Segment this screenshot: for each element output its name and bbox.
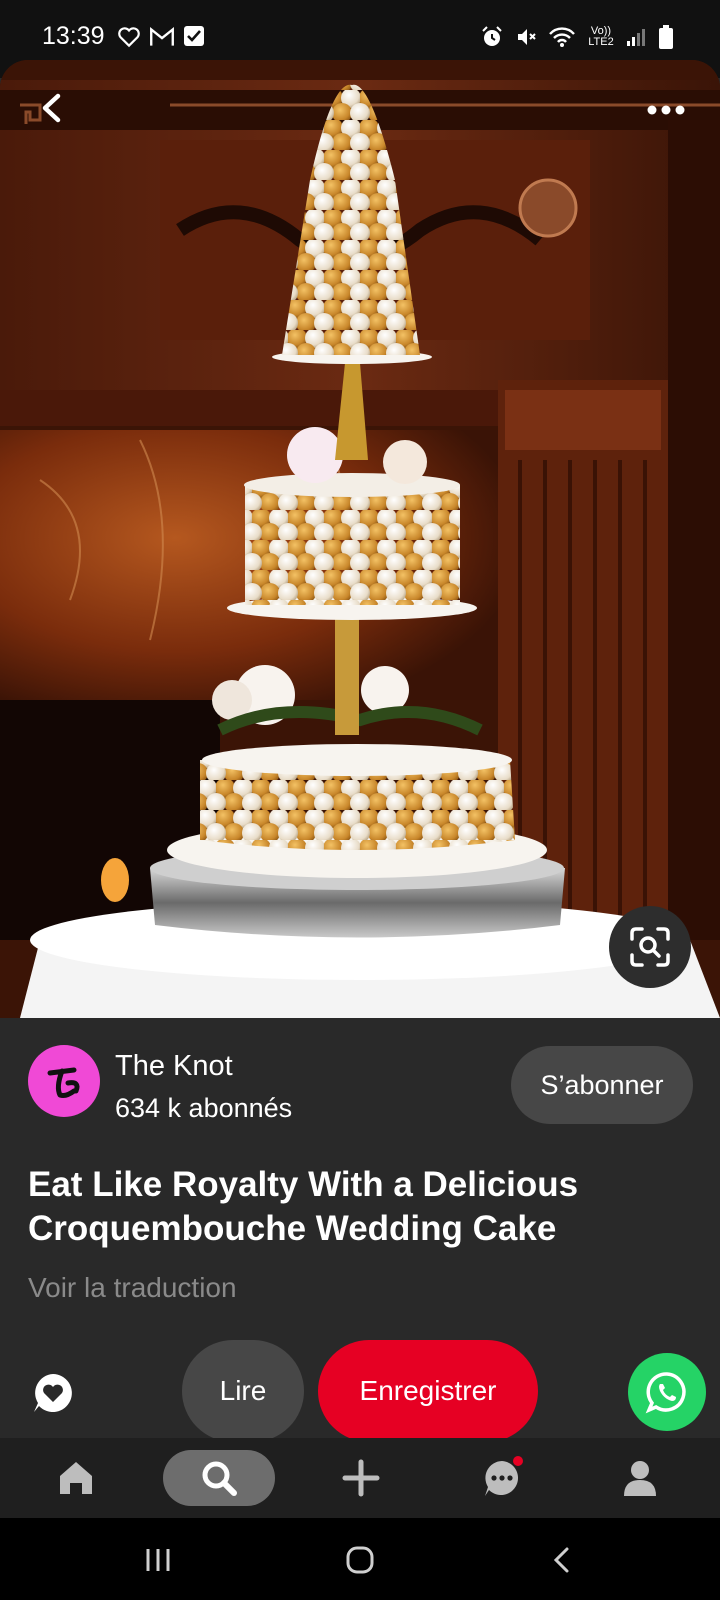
wifi-icon bbox=[549, 27, 575, 47]
home-icon bbox=[60, 1462, 92, 1494]
back-system-button[interactable] bbox=[532, 1540, 592, 1580]
whatsapp-icon bbox=[645, 1372, 686, 1414]
pin-image[interactable] bbox=[0, 60, 720, 1018]
heart-icon bbox=[118, 27, 140, 48]
nav-profile[interactable] bbox=[620, 1450, 660, 1506]
profile-icon bbox=[624, 1461, 656, 1496]
visual-search-button[interactable] bbox=[609, 906, 691, 988]
pin-title: Eat Like Royalty With a Delicious Croque… bbox=[28, 1165, 579, 1248]
nav-create[interactable] bbox=[339, 1450, 383, 1506]
read-button[interactable]: Lire bbox=[182, 1340, 304, 1442]
back-icon bbox=[553, 1547, 569, 1573]
subscribe-button[interactable]: S’abonner bbox=[511, 1046, 693, 1124]
search-icon bbox=[202, 1461, 237, 1496]
status-left-icons bbox=[116, 24, 206, 50]
nav-search[interactable] bbox=[199, 1450, 239, 1506]
creator-avatar[interactable] bbox=[28, 1045, 100, 1117]
nav-messages[interactable] bbox=[480, 1450, 524, 1506]
comment-button[interactable] bbox=[30, 1370, 76, 1416]
nav-home[interactable] bbox=[52, 1450, 100, 1506]
translate-link[interactable]: Voir la traduction bbox=[28, 1272, 237, 1304]
croquembouche-cake-image bbox=[0, 60, 720, 1018]
creator-name[interactable]: The Knot bbox=[115, 1050, 233, 1083]
chevron-left-icon bbox=[42, 93, 61, 123]
system-navigation-bar bbox=[0, 1518, 720, 1600]
home-system-button[interactable] bbox=[330, 1540, 390, 1580]
signal-icon bbox=[627, 29, 645, 46]
save-button[interactable]: Enregistrer bbox=[318, 1340, 538, 1442]
back-button[interactable] bbox=[30, 86, 74, 130]
alarm-icon bbox=[482, 26, 502, 46]
home-circle-icon bbox=[346, 1546, 374, 1574]
the-knot-logo bbox=[47, 1067, 80, 1098]
mute-icon bbox=[518, 29, 536, 45]
comment-heart-icon bbox=[34, 1374, 72, 1412]
messages-icon bbox=[485, 1456, 523, 1496]
more-options-button[interactable] bbox=[638, 90, 694, 130]
plus-icon bbox=[342, 1459, 380, 1497]
status-right-icons: Vo)) LTE2 bbox=[480, 24, 674, 50]
status-time: 13:39 bbox=[42, 22, 105, 50]
lte-label: Vo)) LTE2 bbox=[588, 25, 614, 48]
bottom-navigation bbox=[0, 1438, 720, 1518]
gmail-icon bbox=[150, 26, 174, 46]
battery-icon bbox=[659, 25, 673, 49]
more-dots-icon bbox=[647, 105, 685, 115]
recent-apps-button[interactable] bbox=[128, 1540, 188, 1580]
whatsapp-share-button[interactable] bbox=[628, 1353, 706, 1431]
creator-followers: 634 k abonnés bbox=[115, 1093, 293, 1123]
visual-search-icon bbox=[630, 927, 670, 967]
check-box-icon bbox=[184, 26, 204, 46]
recent-apps-icon bbox=[146, 1549, 170, 1571]
